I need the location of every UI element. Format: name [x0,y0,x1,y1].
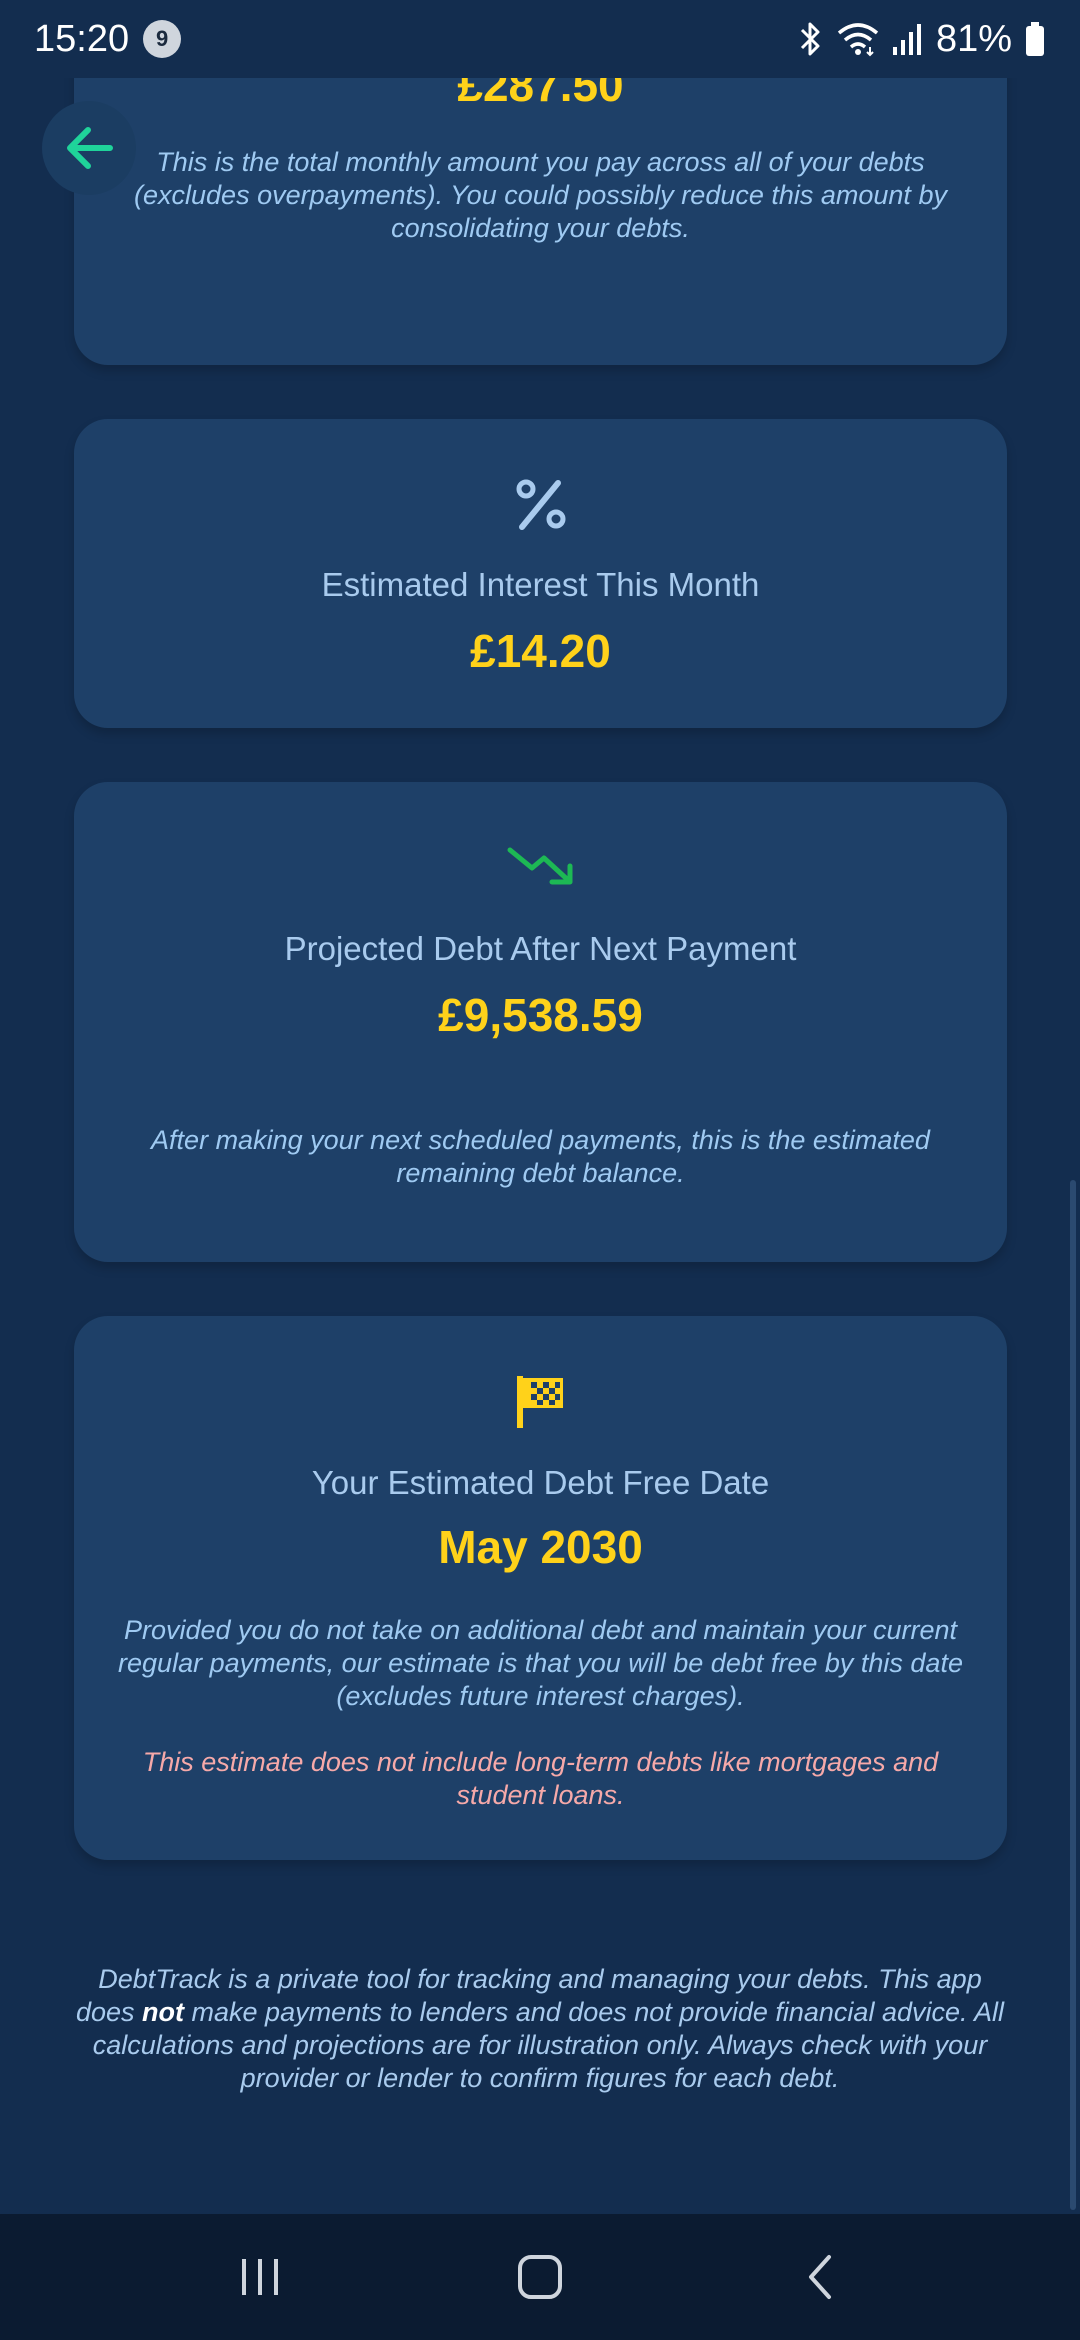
monthly-payment-description: This is the total monthly amount you pay… [134,147,947,243]
checkered-flag-icon [515,1372,567,1435]
bluetooth-icon [796,21,824,57]
estimated-interest-card: Estimated Interest This Month £14.20 [74,419,1007,728]
scrollbar[interactable] [1070,1180,1076,2210]
disclaimer-text-part2: make payments to lenders and does not pr… [92,1997,1004,2093]
projected-debt-title: Projected Debt After Next Payment [284,930,797,967]
system-nav-bar [0,2214,1080,2340]
status-left: 15:20 9 [34,17,182,61]
debt-free-date-warning: This estimate does not include long-term… [142,1747,939,1810]
recent-apps-icon [242,2259,278,2295]
battery-icon [1024,21,1046,57]
home-button[interactable] [480,2227,600,2327]
estimated-interest-value: £14.20 [470,625,611,677]
projected-debt-description: After making your next scheduled payment… [151,1125,930,1188]
disclaimer-text-bold: not [142,1997,185,2027]
trending-down-icon [506,844,576,893]
home-icon [518,2255,562,2299]
debt-free-date-card: Your Estimated Debt Free Date May 2030 P… [74,1316,1007,1860]
debt-free-date-title: Your Estimated Debt Free Date [311,1464,770,1501]
debt-free-date-value: May 2030 [438,1521,643,1573]
debt-free-date-description: Provided you do not take on additional d… [118,1615,963,1711]
wifi-icon [836,21,880,57]
percent-icon [514,477,568,536]
recent-apps-button[interactable] [200,2227,320,2327]
notification-count-badge: 9 [143,20,182,58]
projected-debt-card: Projected Debt After Next Payment £9,538… [74,782,1007,1262]
arrow-left-icon [67,127,113,169]
status-right: 81% [796,18,1046,61]
battery-percent: 81% [935,17,1012,60]
back-button[interactable] [42,101,136,195]
status-time: 15:20 [34,17,130,60]
status-bar: 15:20 9 81% [0,0,1080,78]
chevron-left-icon [809,2255,831,2299]
estimated-interest-title: Estimated Interest This Month [321,566,760,603]
back-nav-button[interactable] [760,2227,880,2327]
projected-debt-value: £9,538.59 [438,989,643,1041]
screen: 15:20 9 81% £287.50 This is the total mo… [0,0,1080,2340]
app-disclaimer: DebtTrack is a private tool for tracking… [70,1963,1010,2095]
signal-icon [892,22,924,56]
